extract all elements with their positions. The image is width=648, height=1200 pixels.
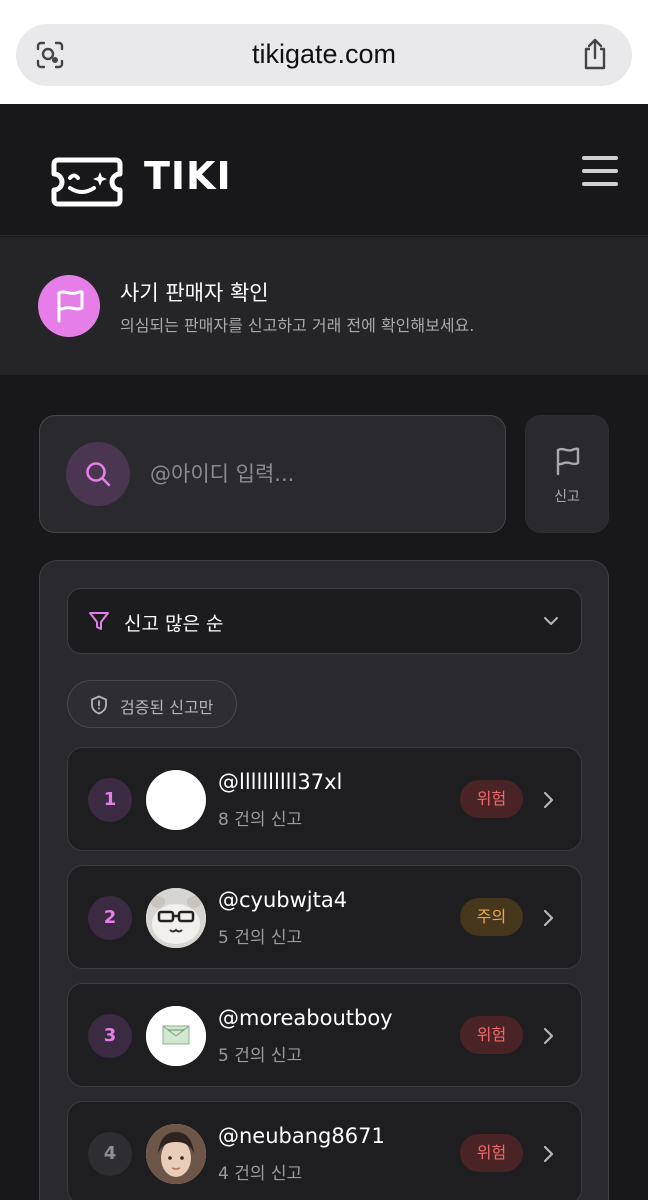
status-badge: 위험 xyxy=(460,1134,523,1172)
seller-list-item[interactable]: 1 @llllllllll37xl 8 건의 신고 위험 xyxy=(67,747,582,851)
verified-reports-filter-chip[interactable]: 검증된 신고만 xyxy=(67,680,237,728)
seller-username: @neubang8671 xyxy=(218,1124,385,1148)
verified-chip-label: 검증된 신고만 xyxy=(120,698,214,717)
share-icon[interactable] xyxy=(580,37,610,71)
report-count: 5 건의 신고 xyxy=(218,928,303,948)
ticket-smile-logo-icon[interactable] xyxy=(50,156,124,208)
status-badge: 주의 xyxy=(460,898,523,936)
avatar xyxy=(146,888,206,948)
avatar xyxy=(146,1006,206,1066)
rank-badge: 1 xyxy=(88,778,132,822)
seller-list-item[interactable]: 4 @neubang8671 4 건의 신고 위험 xyxy=(67,1101,582,1200)
shield-alert-icon xyxy=(91,695,107,715)
avatar xyxy=(146,770,206,830)
sort-dropdown[interactable]: 신고 많은 순 xyxy=(67,588,582,654)
seller-list: 1 @llllllllll37xl 8 건의 신고 위험 2 @cyubwjta… xyxy=(67,747,582,1200)
chevron-right-icon[interactable] xyxy=(542,1026,556,1046)
seller-username: @moreaboutboy xyxy=(218,1006,393,1030)
search-icon[interactable] xyxy=(66,442,130,506)
chevron-right-icon[interactable] xyxy=(542,1144,556,1164)
banner-title: 사기 판매자 확인 xyxy=(120,281,269,305)
search-box xyxy=(39,415,506,533)
seller-list-item[interactable]: 2 @cyubwjta4 5 건의 신고 주의 xyxy=(67,865,582,969)
app-header: TIKI xyxy=(0,104,648,236)
report-count: 4 건의 신고 xyxy=(218,1164,303,1184)
url-text[interactable]: tikigate.com xyxy=(16,39,632,70)
status-badge: 위험 xyxy=(460,1016,523,1054)
main-content: 신고 신고 많은 순 검증된 신고만 1 @llllll xyxy=(0,376,648,1200)
info-banner: 사기 판매자 확인 의심되는 판매자를 신고하고 거래 전에 확인해보세요. xyxy=(0,237,648,375)
report-button-label: 신고 xyxy=(554,489,580,505)
seller-list-panel: 신고 많은 순 검증된 신고만 1 @llllllllll37xl 8 건의 신… xyxy=(39,560,609,1200)
hamburger-menu-icon[interactable] xyxy=(582,156,618,186)
status-badge: 위험 xyxy=(460,780,523,818)
browser-bar: tikigate.com xyxy=(0,0,648,104)
search-input[interactable] xyxy=(150,456,480,492)
filter-icon xyxy=(89,612,109,630)
rank-badge: 3 xyxy=(88,1014,132,1058)
sort-selected-label: 신고 많은 순 xyxy=(124,613,224,635)
banner-subtitle: 의심되는 판매자를 신고하고 거래 전에 확인해보세요. xyxy=(120,316,475,335)
flag-icon xyxy=(38,275,100,337)
flag-icon xyxy=(556,447,580,476)
seller-username: @cyubwjta4 xyxy=(218,888,348,912)
report-count: 8 건의 신고 xyxy=(218,810,303,830)
report-button[interactable]: 신고 xyxy=(525,415,609,533)
seller-username: @llllllllll37xl xyxy=(218,770,343,794)
report-count: 5 건의 신고 xyxy=(218,1046,303,1066)
chevron-down-icon xyxy=(544,617,558,625)
address-bar[interactable]: tikigate.com xyxy=(16,24,632,86)
seller-list-item[interactable]: 3 @moreaboutboy 5 건의 신고 위험 xyxy=(67,983,582,1087)
rank-badge: 4 xyxy=(88,1132,132,1176)
chevron-right-icon[interactable] xyxy=(542,908,556,928)
logo-text[interactable]: TIKI xyxy=(144,154,232,198)
rank-badge: 2 xyxy=(88,896,132,940)
avatar xyxy=(146,1124,206,1184)
chevron-right-icon[interactable] xyxy=(542,790,556,810)
